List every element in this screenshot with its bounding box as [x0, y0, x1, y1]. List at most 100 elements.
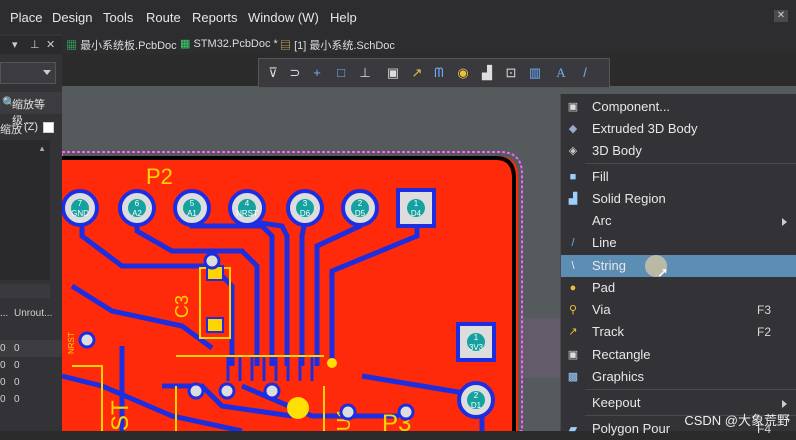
- menu-help[interactable]: Help: [330, 10, 357, 25]
- menu-tools[interactable]: Tools: [103, 10, 133, 25]
- submenu-arrow-icon: [782, 400, 787, 408]
- align-icon[interactable]: ⊥: [357, 65, 373, 81]
- component-icon: ▣: [567, 101, 579, 113]
- fill-icon: ■: [569, 171, 577, 183]
- menu-item-pad[interactable]: ● Pad: [561, 277, 796, 299]
- net-table: ... Unrout... 0 0 0 0 0 0 0 0: [0, 288, 62, 405]
- menu-design[interactable]: Design: [52, 10, 92, 25]
- table-row[interactable]: 0 0: [0, 340, 62, 357]
- menu-item-string[interactable]: \ String ➚: [561, 255, 796, 280]
- menu-item-track[interactable]: ↗ Track F2: [561, 321, 796, 343]
- keepout-icon: [567, 397, 579, 409]
- pcb-doc-icon: ▦: [180, 38, 191, 50]
- svg-text:1: 1: [474, 333, 479, 342]
- tab-label: [1] 最小系统.SchDoc: [294, 40, 395, 52]
- menu-separator: [585, 389, 796, 390]
- svg-text:4: 4: [245, 199, 250, 208]
- component-icon[interactable]: ▣: [385, 65, 401, 81]
- menu-window[interactable]: Window (W): [248, 10, 319, 25]
- menu-shortcut: F2: [756, 325, 771, 339]
- svg-text:A1: A1: [187, 209, 197, 218]
- interactive-route-icon[interactable]: ⊃: [287, 65, 303, 81]
- svg-text:5: 5: [190, 199, 195, 208]
- table-cell: 0: [14, 360, 20, 371]
- panel-dropdown[interactable]: [0, 62, 56, 84]
- pad-7-gnd: 7GND: [61, 189, 99, 227]
- pad-5-a1: 5A1: [173, 189, 211, 227]
- label-nrst: NRST: [67, 332, 76, 354]
- zoom-checkbox[interactable]: [43, 122, 54, 133]
- menu-item-extruded-3d-body[interactable]: ◆ Extruded 3D Body: [561, 118, 796, 140]
- keepout-icon[interactable]: ⊡: [503, 65, 519, 81]
- panel-close-icon[interactable]: ✕: [46, 38, 55, 51]
- menu-item-label: Extruded 3D Body: [592, 121, 698, 136]
- menu-item-fill[interactable]: ■ Fill: [561, 166, 796, 188]
- menu-item-label: 3D Body: [592, 143, 642, 158]
- menu-item-3d-body[interactable]: ◈ 3D Body: [561, 140, 796, 162]
- menu-item-label: Solid Region: [592, 191, 666, 206]
- menu-item-rectangle[interactable]: ▣ Rectangle: [561, 344, 796, 366]
- svg-text:GND: GND: [71, 209, 89, 218]
- tab-pcbdoc-2[interactable]: ▦ STM32.PcbDoc *: [180, 37, 278, 50]
- chevron-down-icon: [43, 70, 51, 75]
- table-cell: 0: [0, 377, 6, 388]
- close-icon[interactable]: ✕: [774, 10, 788, 22]
- dimension-icon[interactable]: ▥: [527, 65, 543, 81]
- zoom-level-button[interactable]: 🔍 缩放等级...: [0, 92, 62, 127]
- pad-6-a2: 6A2: [118, 189, 156, 227]
- select-filter-icon[interactable]: ⊽: [265, 65, 281, 81]
- menu-item-graphics[interactable]: ▩ Graphics: [561, 366, 796, 388]
- designator-p2: P2: [146, 164, 173, 189]
- menu-route[interactable]: Route: [146, 10, 181, 25]
- menu-item-solid-region[interactable]: ▟ Solid Region: [561, 188, 796, 210]
- table-cell: 0: [0, 394, 6, 405]
- tab-pcbdoc-1[interactable]: ▦ 最小系统板.PcbDoc: [66, 37, 177, 53]
- designator-c3: C3: [172, 295, 192, 318]
- arc-icon[interactable]: ᗰ: [431, 65, 447, 81]
- arc-icon: [567, 215, 579, 227]
- svg-text:D4: D4: [411, 209, 422, 218]
- collapse-icon[interactable]: ▲: [38, 144, 46, 153]
- zoom-key: (Z): [24, 121, 39, 133]
- watermark: CSDN @大象荒野: [684, 413, 790, 428]
- rectangle-select-icon[interactable]: □: [333, 65, 349, 81]
- pad-3-d6: 3D6: [286, 189, 324, 227]
- menu-item-line[interactable]: / Line: [561, 232, 796, 254]
- menu-place[interactable]: Place: [10, 10, 43, 25]
- menu-reports[interactable]: Reports: [192, 10, 238, 25]
- c3-pad-2: [206, 317, 224, 333]
- menu-item-via[interactable]: ⚲ Via F3: [561, 299, 796, 321]
- region-icon[interactable]: ▟: [479, 65, 495, 81]
- tab-label: 最小系统板.PcbDoc: [80, 40, 177, 52]
- menu-item-arc[interactable]: Arc: [561, 210, 796, 232]
- tab-schdoc[interactable]: ▤ [1] 最小系统.SchDoc: [280, 37, 395, 53]
- menu-item-component[interactable]: ▣ Component...: [561, 96, 796, 118]
- document-tabs: ▦ 最小系统板.PcbDoc ▦ STM32.PcbDoc * ▤ [1] 最小…: [62, 34, 796, 54]
- pad-2-d5: 2D5: [341, 189, 379, 227]
- rectangle-icon: ▣: [567, 349, 579, 361]
- line-icon[interactable]: /: [577, 65, 593, 81]
- svg-text:3: 3: [303, 199, 308, 208]
- svg-text:2: 2: [474, 391, 479, 400]
- table-cell: 0: [0, 343, 6, 354]
- drill-icon[interactable]: ↗: [409, 65, 425, 81]
- crosshair-icon[interactable]: +: [309, 65, 325, 81]
- fill-icon[interactable]: ◉: [455, 65, 471, 81]
- svg-text:7: 7: [78, 199, 83, 208]
- svg-text:6: 6: [135, 199, 140, 208]
- menu-item-label: Graphics: [592, 369, 645, 384]
- pushpin-icon[interactable]: ⊥: [30, 38, 40, 51]
- via-icon: ⚲: [568, 304, 578, 316]
- string-icon[interactable]: A: [553, 65, 569, 81]
- active-bar-toolbar: ⊽ ⊃ + □ ⊥ ▣ ↗ ᗰ ◉ ▟ ⊡ ▥ A /: [258, 58, 610, 88]
- menu-item-label: String: [592, 258, 626, 273]
- svg-text:A2: A2: [132, 209, 142, 218]
- table-cell: 0: [0, 360, 6, 371]
- pin-icon[interactable]: ▾: [12, 38, 18, 51]
- pad-2-d1: 2D1: [457, 381, 495, 419]
- menu-item-label: Via: [592, 302, 611, 317]
- zoom-option: 缩放 (Z): [0, 118, 62, 136]
- track-icon: ↗: [568, 326, 578, 338]
- polygon-pour-icon: ▰: [568, 423, 578, 435]
- line-icon: /: [571, 237, 575, 249]
